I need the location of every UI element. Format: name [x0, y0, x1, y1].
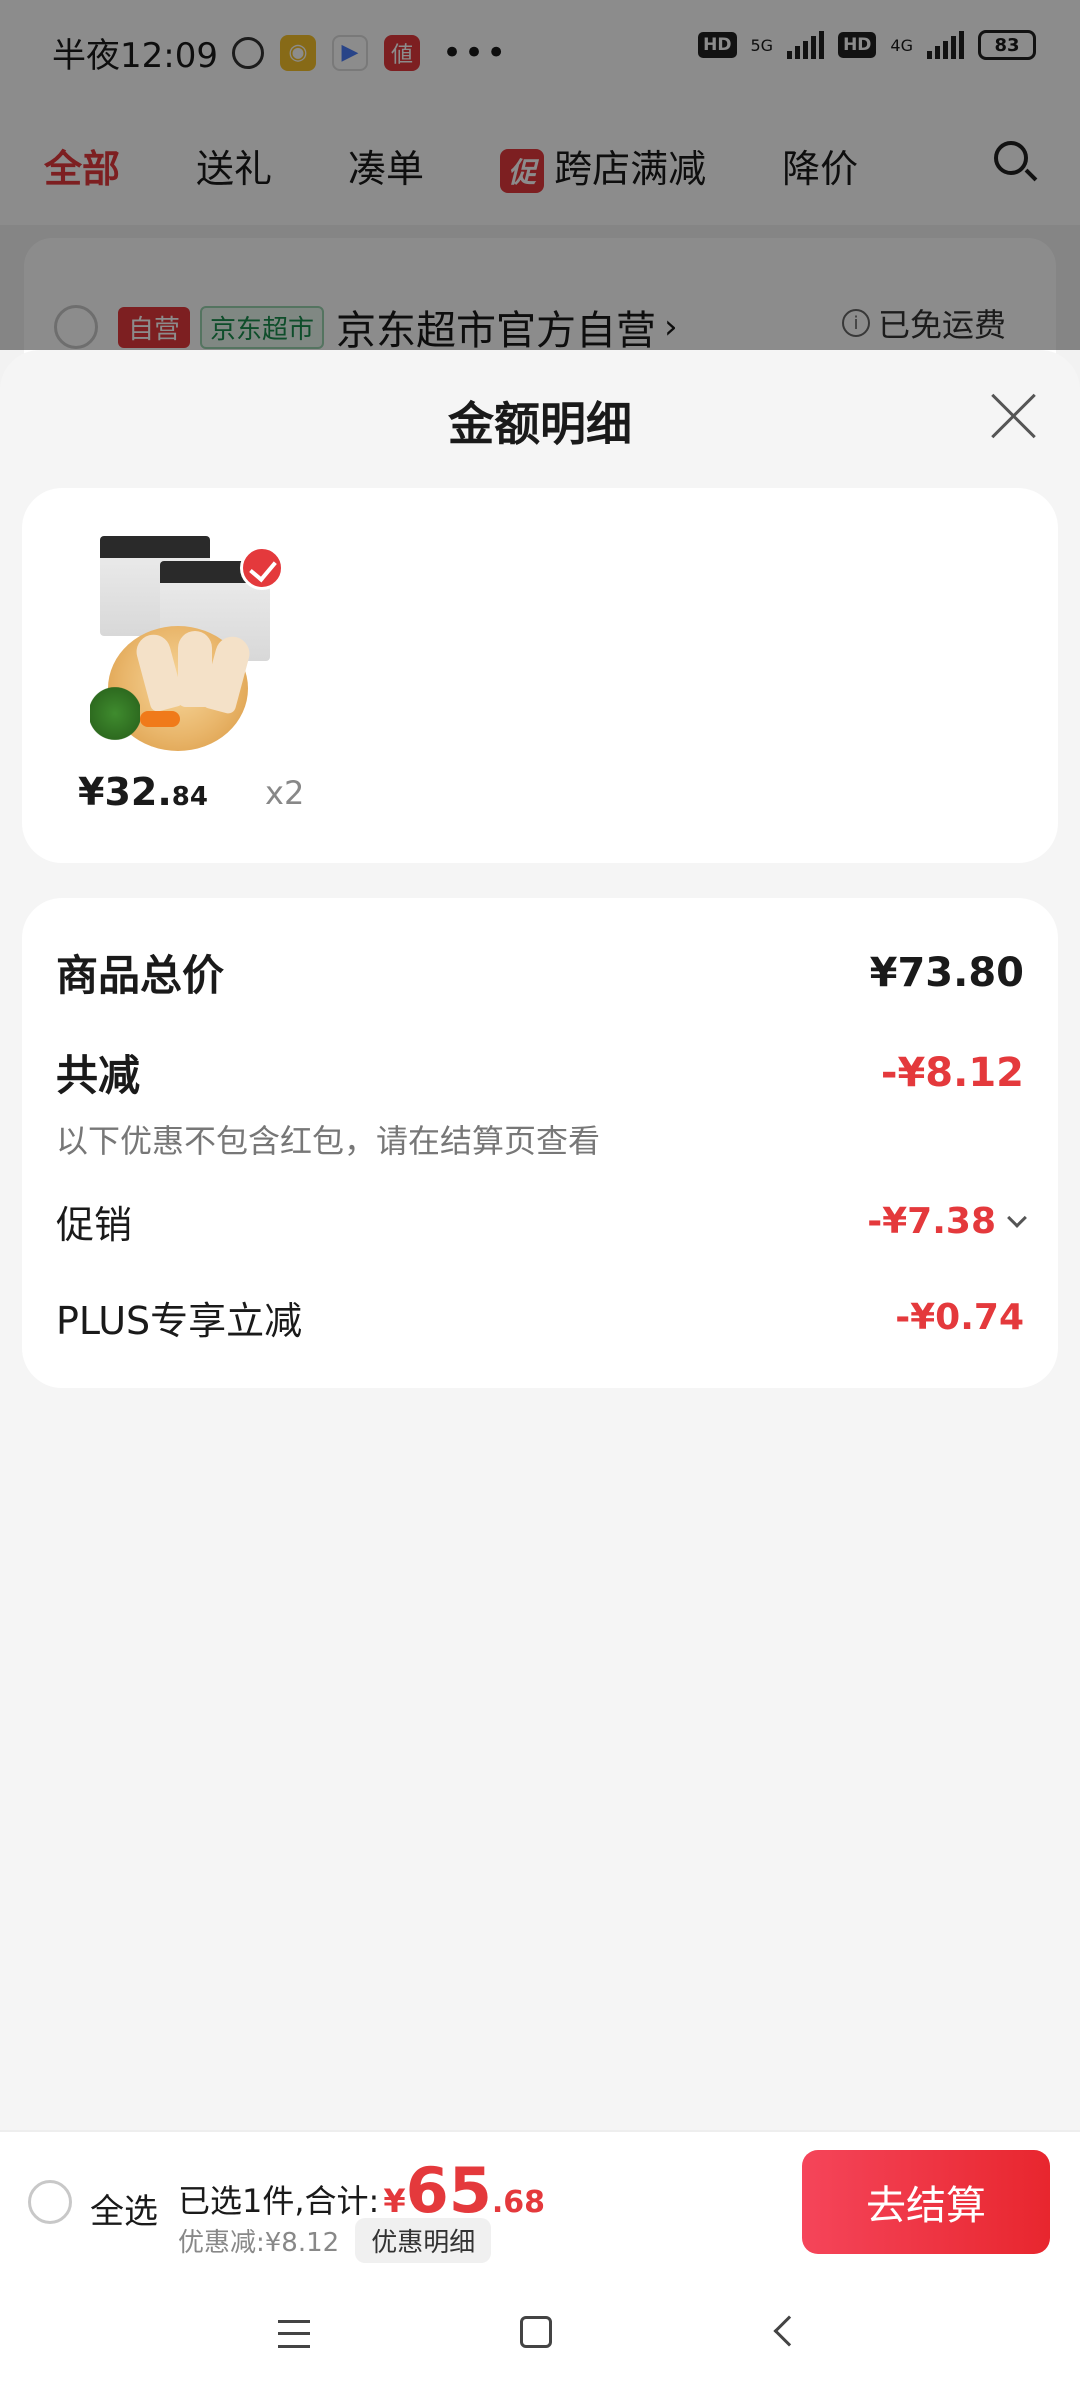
plus-label: PLUS专享立减 [56, 1299, 303, 1343]
product-quantity: x2 [265, 774, 305, 812]
sheet-title: 金额明细 [448, 397, 632, 451]
product-image[interactable] [80, 536, 295, 751]
price-cents: 84 [171, 782, 208, 812]
menu-icon[interactable] [278, 2320, 310, 2348]
home-icon[interactable] [520, 2316, 552, 2348]
price-detail-card: 商品总价 ¥73.80 共减 -¥8.12 以下优惠不包含红包，请在结算页查看 … [22, 898, 1058, 1388]
product-price: ¥32.84 [78, 770, 208, 814]
total-row: 商品总价 ¥73.80 [56, 942, 1024, 1003]
checkout-bar: 全选 已选1件,合计: ¥ 65 .68 优惠减:¥8.12 优惠明细 去结算 [0, 2130, 1080, 2270]
select-all-label[interactable]: 全选 [90, 2184, 158, 2233]
amount-decimal: .68 [491, 2185, 546, 2220]
price-main: ¥32. [78, 770, 172, 814]
carrot-image [140, 711, 180, 727]
select-all-checkbox[interactable] [28, 2180, 72, 2224]
plus-row: PLUS专享立减 -¥0.74 [56, 1290, 1024, 1345]
amount-integer: 65 [405, 2154, 492, 2227]
promo-label: 促销 [56, 1203, 133, 1247]
discount-detail-button[interactable]: 优惠明细 [355, 2218, 492, 2263]
promo-row[interactable]: 促销 -¥7.38 [56, 1194, 1027, 1249]
promo-value-wrap: -¥7.38 [867, 1201, 1027, 1242]
herb-image [90, 686, 140, 741]
total-label: 商品总价 [56, 951, 225, 1000]
amount-detail-sheet: 金额明细 ¥32.84 x2 商品总价 ¥73.80 共减 -¥8.12 以下优… [0, 350, 1080, 2130]
promo-value: -¥7.38 [867, 1201, 996, 1242]
discount-line: 优惠减:¥8.12 优惠明细 [178, 2218, 492, 2263]
total-value: ¥73.80 [869, 949, 1024, 996]
discount-note: 以下优惠不包含红包，请在结算页查看 [56, 1122, 601, 1160]
close-icon[interactable] [988, 390, 1038, 440]
reduce-value: -¥8.12 [880, 1049, 1024, 1096]
modal-overlay[interactable] [0, 0, 1080, 350]
discount-text: 优惠减:¥8.12 [178, 2228, 340, 2258]
selected-check-icon [240, 546, 284, 590]
checkout-button[interactable]: 去结算 [802, 2150, 1050, 2254]
summary-prefix: 已选1件,合计: [178, 2182, 380, 2220]
product-card: ¥32.84 x2 [22, 488, 1058, 863]
currency-symbol: ¥ [383, 2182, 406, 2220]
system-nav-bar [0, 2270, 1080, 2400]
total-summary: 已选1件,合计: ¥ 65 .68 [178, 2154, 545, 2227]
reduce-row: 共减 -¥8.12 [56, 1042, 1024, 1103]
back-icon[interactable] [773, 2315, 805, 2347]
plus-value: -¥0.74 [895, 1297, 1024, 1338]
chevron-down-icon[interactable] [1007, 1208, 1027, 1228]
reduce-label: 共减 [56, 1051, 141, 1100]
